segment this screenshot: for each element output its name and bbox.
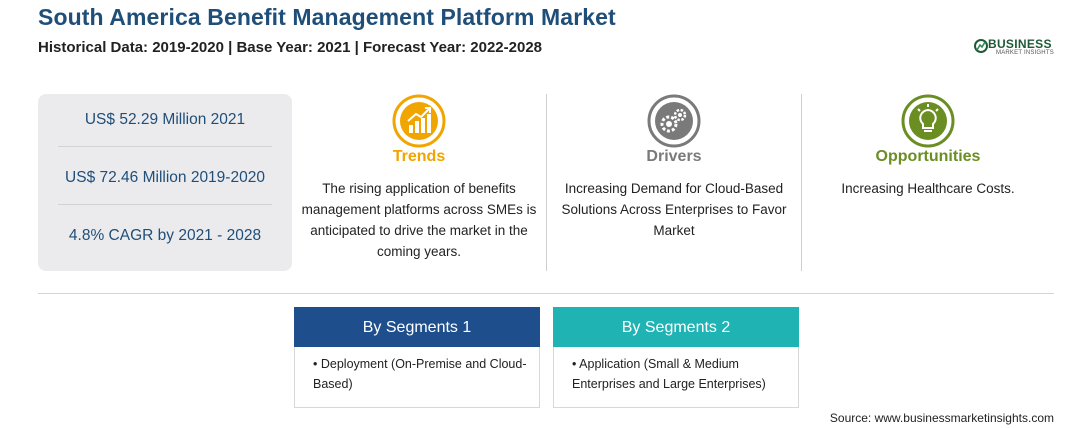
market-stats-panel: US$ 52.29 Million 2021 US$ 72.46 Million… — [38, 94, 292, 271]
drivers-column: Drivers Increasing Demand for Cloud-Base… — [554, 94, 794, 271]
opportunities-text: Increasing Healthcare Costs. — [841, 181, 1015, 196]
logo-brand-text: BUSINESS — [988, 37, 1052, 51]
source-note: Source: www.businessmarketinsights.com — [829, 411, 1054, 425]
segment-2-item-text: Application (Small & Medium Enterprises … — [572, 357, 766, 391]
column-divider — [801, 94, 802, 271]
trends-text: The rising application of benefits manag… — [301, 181, 537, 259]
segment-card-2: By Segments 2 • Application (Small & Med… — [553, 307, 799, 408]
drivers-heading: Drivers — [646, 148, 702, 165]
opportunities-heading: Opportunities — [875, 148, 981, 165]
logo-globe-icon — [974, 39, 988, 53]
logo-tagline-text: MARKET INSIGHTS — [996, 50, 1054, 56]
section-divider — [38, 293, 1054, 294]
business-logo: BUSINESS MARKET INSIGHTS — [974, 34, 1064, 60]
column-divider — [546, 94, 547, 271]
stat-market-size-historical: US$ 72.46 Million 2019-2020 — [65, 169, 265, 186]
segment-card-1: By Segments 1 • Deployment (On-Premise a… — [294, 307, 540, 408]
stat-divider — [58, 204, 272, 205]
trends-column: Trends The rising application of benefit… — [300, 94, 538, 271]
stat-divider — [58, 146, 272, 147]
trend-chart-icon — [392, 94, 446, 148]
page-title: South America Benefit Management Platfor… — [38, 4, 616, 30]
stat-cagr: 4.8% CAGR by 2021 - 2028 — [68, 227, 262, 244]
gears-icon — [647, 94, 701, 148]
segment-2-title: By Segments 2 — [553, 307, 799, 347]
segment-1-title: By Segments 1 — [294, 307, 540, 347]
page-subtitle: Historical Data: 2019-2020 | Base Year: … — [38, 39, 543, 56]
segment-1-item: • Deployment (On-Premise and Cloud-Based… — [313, 357, 527, 391]
lightbulb-icon — [901, 94, 955, 148]
trends-heading: Trends — [392, 148, 446, 165]
segment-2-item: • Application (Small & Medium Enterprise… — [572, 357, 766, 391]
opportunities-column: Opportunities Increasing Healthcare Cost… — [808, 94, 1048, 271]
segment-1-item-text: Deployment (On-Premise and Cloud-Based) — [313, 357, 527, 391]
stat-market-size-2021: US$ 52.29 Million 2021 — [84, 111, 246, 128]
drivers-text: Increasing Demand for Cloud-Based Soluti… — [561, 181, 787, 238]
